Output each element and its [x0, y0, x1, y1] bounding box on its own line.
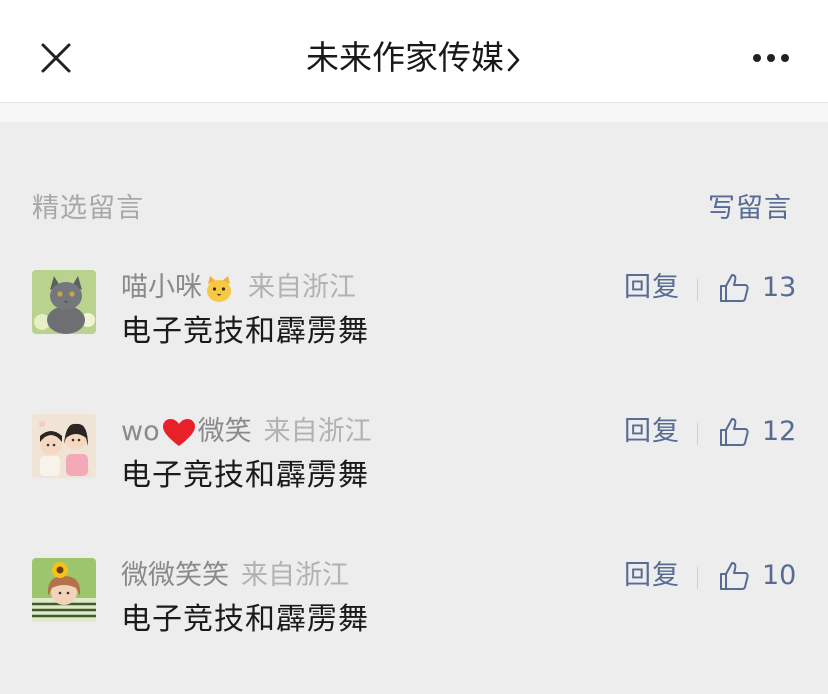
comment-location: 来自浙江 — [241, 560, 349, 591]
top-nav-bar: 未来作家传媒 — [0, 0, 828, 103]
action-divider — [697, 567, 698, 589]
red-heart-emoji — [162, 418, 195, 446]
comment-content: 电子竞技和霹雳舞 — [121, 458, 369, 493]
girl-sunflower-avatar — [32, 558, 96, 622]
comment-item: 微微笑笑 来自浙江 电子竞技和霹雳舞 回复 10 — [0, 558, 828, 678]
reply-button[interactable]: 回复 — [624, 558, 680, 594]
comment-nickname[interactable]: 喵小咪 — [121, 272, 202, 303]
comment-item: 喵小咪 来自浙江 电子竞技和霹雳舞 回复 13 — [0, 270, 828, 390]
comment-content: 电子竞技和霹雳舞 — [121, 602, 369, 637]
page-title: 未来作家传媒 — [306, 38, 504, 77]
avatar[interactable] — [32, 270, 96, 334]
comment-author-line: 喵小咪 来自浙江 — [121, 270, 356, 306]
like-count: 12 — [762, 416, 797, 447]
comment-location: 来自浙江 — [263, 416, 372, 447]
thumbs-up-icon — [720, 274, 749, 302]
gray-cat-avatar — [32, 270, 96, 334]
comment-author-line: wo 微笑 来自浙江 — [121, 414, 372, 450]
account-title-link[interactable]: 未来作家传媒 — [0, 36, 828, 80]
reply-button[interactable]: 回复 — [624, 414, 680, 450]
comment-nickname-prefix[interactable]: wo — [121, 416, 160, 447]
cat-face-emoji — [207, 275, 231, 302]
comment-author-line: 微微笑笑 来自浙江 — [121, 558, 349, 594]
featured-comments-label: 精选留言 — [32, 193, 144, 224]
action-divider — [697, 423, 698, 445]
comment-content: 电子竞技和霹雳舞 — [121, 314, 369, 349]
comments-section-header: 精选留言 写留言 — [32, 186, 792, 226]
write-comment-button[interactable]: 写留言 — [708, 186, 792, 225]
like-count: 10 — [762, 560, 797, 591]
thumbs-up-icon — [720, 418, 749, 446]
chevron-right-icon — [507, 48, 520, 71]
action-divider — [697, 279, 698, 301]
comment-nickname[interactable]: 微微笑笑 — [121, 560, 229, 591]
more-dots-icon[interactable] — [752, 52, 790, 64]
avatar[interactable] — [32, 558, 96, 622]
comment-item: wo 微笑 来自浙江 电子竞技和霹雳舞 回复 12 — [0, 414, 828, 534]
reply-button[interactable]: 回复 — [624, 270, 680, 306]
nav-separator — [0, 103, 828, 122]
avatar[interactable] — [32, 414, 96, 478]
like-count: 13 — [762, 272, 797, 303]
comment-nickname-suffix[interactable]: 微笑 — [198, 416, 252, 447]
cartoon-couple-avatar — [32, 414, 96, 478]
comment-location: 来自浙江 — [248, 272, 356, 303]
thumbs-up-icon — [720, 562, 749, 590]
